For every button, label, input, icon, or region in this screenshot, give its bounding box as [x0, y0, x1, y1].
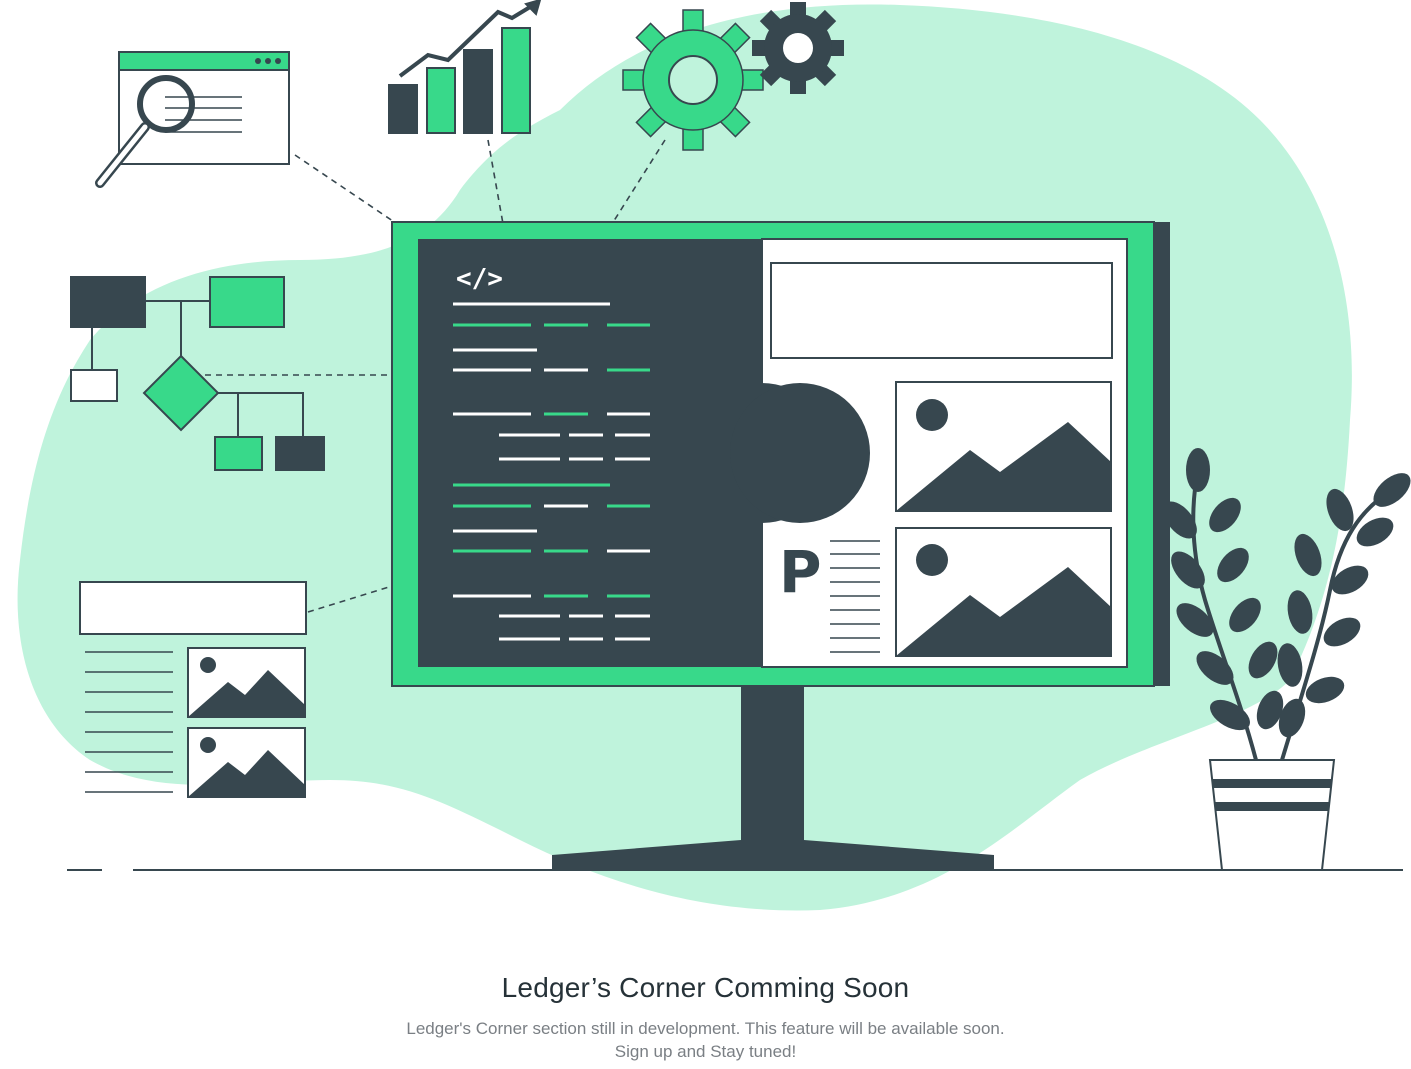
growth-bar-chart-icon [388, 0, 542, 134]
empty-state-cta-text: Sign up and Stay tuned! [614, 1042, 797, 1061]
empty-state-title: Ledger’s Corner Comming Soon [501, 972, 910, 1003]
logo-letter: P [779, 538, 822, 606]
magnifier-window-icon [95, 51, 290, 188]
coming-soon-illustration: </> P [17, 0, 1411, 911]
code-tag: </> [456, 264, 503, 294]
preview-panel: P [730, 262, 1113, 657]
empty-state-description: Ledger's Corner section still in develop… [406, 1019, 1005, 1038]
